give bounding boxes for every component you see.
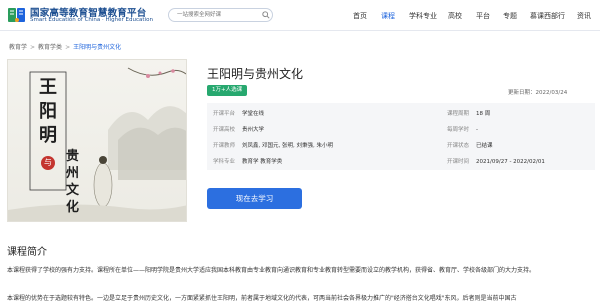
nav-disciplines[interactable]: 学科专业	[409, 11, 437, 21]
course-info-panel: 开课平台 学堂在线 开课高校 贵州大学 开课教师 刘凤鑫, 邓国元, 张明, 刘秉强,…	[207, 103, 595, 170]
nav-topics[interactable]: 专题	[503, 11, 517, 21]
info-value[interactable]: 学堂在线	[242, 111, 264, 117]
intro-paragraph: 本课程的优势在于选题较有特色。一边是立足于贵州历史文化，一方面紧紧抓住王阳明，前…	[7, 295, 517, 302]
info-value: 18 周	[476, 111, 491, 117]
info-teachers: 开课教师 刘凤鑫, 邓国元, 张明, 刘秉强, 朱小明	[213, 141, 333, 149]
info-school: 开课高校 贵州大学	[213, 125, 264, 133]
info-subject: 学科专业 教育学 教育学类	[213, 157, 282, 165]
nav-home[interactable]: 首页	[353, 11, 367, 21]
breadcrumb-separator: >	[30, 44, 36, 51]
info-value: -	[476, 127, 478, 133]
cover-title-vertical: 王阳明	[39, 77, 57, 146]
info-value: 已结课	[476, 143, 493, 149]
info-label: 开课教师	[213, 143, 236, 149]
info-value[interactable]: 教育学 教育学类	[242, 159, 282, 165]
info-dates: 开课时间 2021/09/27 - 2022/02/01	[447, 157, 545, 165]
search-button[interactable]	[258, 8, 273, 22]
info-label: 开课高校	[213, 127, 236, 133]
info-period: 课程周期 18 周	[447, 109, 490, 117]
info-label: 课程周期	[447, 111, 470, 117]
start-learning-button[interactable]: 现在去学习	[207, 188, 302, 209]
info-status: 开课状态 已结课	[447, 141, 493, 149]
info-label: 每周学时	[447, 127, 470, 133]
search-icon	[261, 11, 270, 19]
breadcrumb-current: 王阳明与贵州文化	[73, 44, 122, 51]
course-title: 王阳明与贵州文化	[207, 67, 304, 81]
info-value[interactable]: 刘凤鑫, 邓国元, 张明, 刘秉强, 朱小明	[242, 143, 333, 149]
update-date: 更新日期：2022/03/24	[508, 90, 568, 96]
info-label: 开课时间	[447, 159, 470, 165]
cover-title-2: 贵州文化	[66, 149, 80, 215]
breadcrumb-item[interactable]: 教育学	[9, 44, 27, 51]
brand-subtitle: Smart Education of China · Higher Educat…	[30, 17, 153, 23]
breadcrumb-item[interactable]: 教育学类	[38, 44, 62, 51]
enrollment-badge: 1万+人选课	[207, 85, 248, 96]
breadcrumb-separator: >	[65, 44, 71, 51]
info-label: 开课状态	[447, 143, 470, 149]
top-header: 国家高等教育智慧教育平台 Smart Education of China · …	[0, 0, 600, 31]
breadcrumb: 教育学 > 教育学类 > 王阳明与贵州文化	[9, 42, 121, 51]
nav-news[interactable]: 资讯	[577, 11, 591, 21]
info-hours: 每周学时 -	[447, 125, 478, 133]
info-platform: 开课平台 学堂在线	[213, 109, 264, 117]
intro-paragraph: 本课程获得了学校的强有力支持。课程所在单位——阳明学院是贵州大学适应我国本科教育…	[7, 267, 536, 274]
nav-platforms[interactable]: 平台	[476, 11, 490, 21]
intro-heading: 课程简介	[7, 247, 47, 258]
cover-seal: 与	[41, 156, 55, 170]
nav-universities[interactable]: 高校	[448, 11, 462, 21]
nav-courses[interactable]: 课程	[381, 11, 395, 21]
info-value[interactable]: 贵州大学	[242, 127, 264, 133]
platform-logo-icon[interactable]	[7, 5, 27, 25]
nav-mooc-west[interactable]: 慕课西部行	[530, 11, 565, 21]
course-cover-image: 王阳明 与 贵州文化	[7, 59, 187, 222]
info-label: 开课平台	[213, 111, 236, 117]
info-label: 学科专业	[213, 159, 236, 165]
info-value: 2021/09/27 - 2022/02/01	[476, 159, 545, 165]
